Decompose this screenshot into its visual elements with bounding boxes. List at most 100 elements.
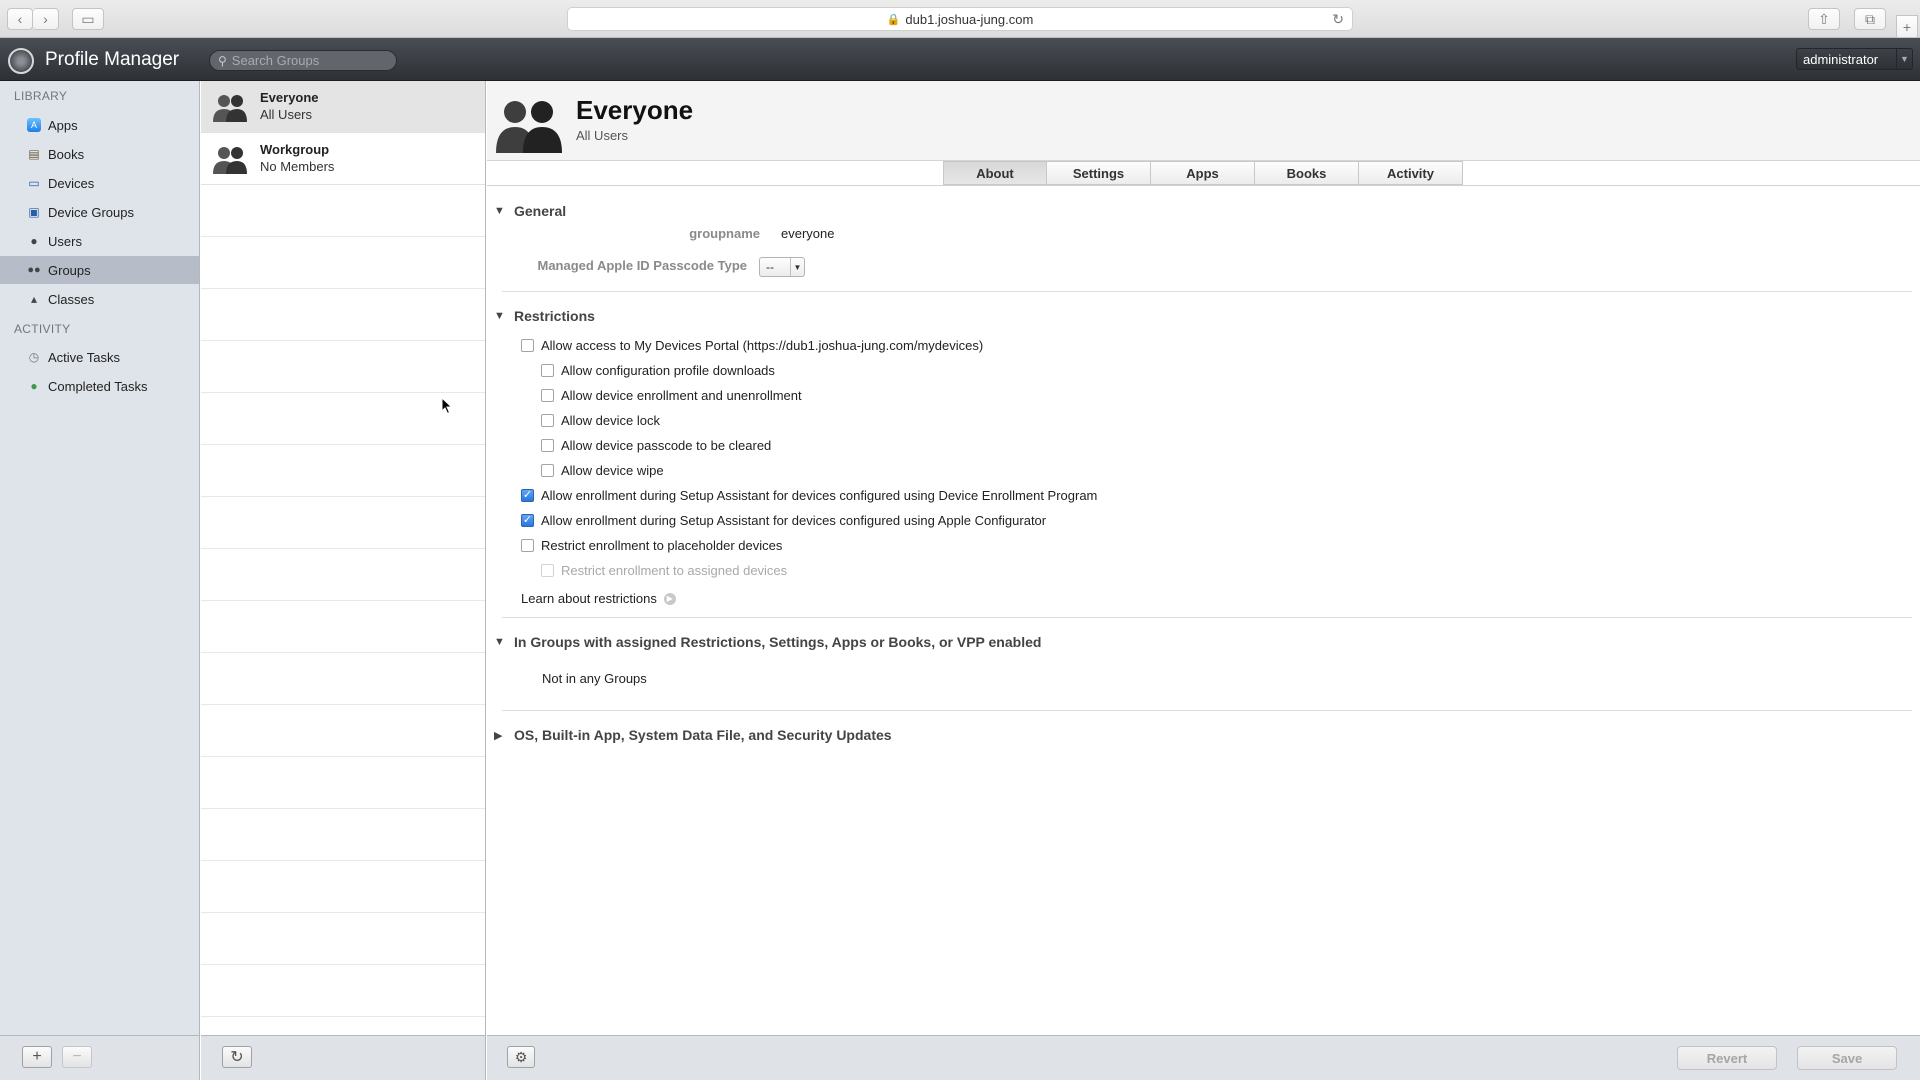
sidebar-item-users[interactable]: ● Users xyxy=(0,227,199,255)
share-button[interactable]: ⇧ xyxy=(1808,8,1840,30)
checkbox-label: Allow device wipe xyxy=(561,462,664,478)
sidebar-item-completed-tasks[interactable]: ● Completed Tasks xyxy=(0,372,199,400)
new-tab-button[interactable]: + xyxy=(1896,15,1918,38)
sidebar-item-label: Classes xyxy=(48,291,95,307)
save-button[interactable]: Save xyxy=(1797,1046,1897,1070)
sidebar-toggle-button[interactable]: ▭ xyxy=(72,8,104,30)
group-subtitle: No Members xyxy=(260,159,335,174)
show-tabs-button[interactable]: ⧉ xyxy=(1854,8,1886,30)
general-section-header[interactable]: ▼ General xyxy=(494,203,566,219)
sidebar-item-label: Completed Tasks xyxy=(48,378,148,394)
tab-books[interactable]: Books xyxy=(1255,161,1359,185)
checkbox-checked[interactable]: ✓ xyxy=(521,488,534,502)
back-button[interactable]: ‹ xyxy=(7,8,33,30)
add-button[interactable]: + xyxy=(22,1046,52,1068)
restriction-profile-downloads[interactable]: Allow configuration profile downloads xyxy=(541,361,775,379)
sidebar-item-apps[interactable]: A Apps xyxy=(0,111,199,139)
reload-icon[interactable]: ↻ xyxy=(1332,11,1344,28)
forward-button[interactable]: › xyxy=(33,8,59,30)
link-label: Learn about restrictions xyxy=(521,591,657,606)
detail-title: Everyone xyxy=(576,95,694,125)
app-title: Profile Manager xyxy=(45,49,180,70)
revert-button[interactable]: Revert xyxy=(1677,1046,1777,1070)
empty-list-row xyxy=(201,289,485,341)
restriction-enrollment-unenrollment[interactable]: Allow device enrollment and unenrollment xyxy=(541,386,802,404)
detail-pane: Everyone All Users About Settings Apps B… xyxy=(487,81,1920,1035)
restriction-placeholder-devices[interactable]: Restrict enrollment to placeholder devic… xyxy=(521,536,782,554)
section-title: Restrictions xyxy=(514,308,595,324)
checkbox-label: Allow configuration profile downloads xyxy=(561,362,775,378)
checkbox[interactable] xyxy=(541,388,554,402)
disclosure-closed-icon: ▶ xyxy=(494,729,503,742)
checkbox[interactable] xyxy=(521,538,534,552)
in-groups-section-header[interactable]: ▼ In Groups with assigned Restrictions, … xyxy=(494,634,1041,650)
group-icon xyxy=(213,147,247,174)
sidebar-item-label: Active Tasks xyxy=(48,349,121,365)
tab-about[interactable]: About xyxy=(943,161,1047,185)
updates-section-header[interactable]: ▶ OS, Built-in App, System Data File, an… xyxy=(494,727,892,743)
share-icon: ⇧ xyxy=(1818,10,1830,27)
empty-list-row xyxy=(201,809,485,861)
user-menu[interactable]: administrator ▼ xyxy=(1796,48,1913,70)
remove-button[interactable]: − xyxy=(62,1046,92,1068)
checkbox-label: Allow access to My Devices Portal (https… xyxy=(541,337,984,353)
restriction-dep-enrollment[interactable]: ✓ Allow enrollment during Setup Assistan… xyxy=(521,486,1097,504)
sidebar-item-active-tasks[interactable]: ◷ Active Tasks xyxy=(0,343,199,371)
chevron-down-icon: ▼ xyxy=(1896,49,1912,69)
gear-menu-button[interactable]: ⚙ xyxy=(507,1046,535,1068)
refresh-button[interactable]: ↻ xyxy=(222,1046,252,1068)
sidebar-item-classes[interactable]: ▴ Classes xyxy=(0,285,199,313)
classes-icon: ▴ xyxy=(30,292,38,306)
address-bar[interactable]: 🔒 dub1.joshua-jung.com ↻ xyxy=(567,7,1353,31)
tab-divider xyxy=(487,185,1920,186)
sidebar-item-devices[interactable]: ▭ Devices xyxy=(0,169,199,197)
checkbox[interactable] xyxy=(521,338,534,352)
checkbox-checked[interactable]: ✓ xyxy=(521,513,534,527)
group-name: Workgroup xyxy=(260,142,330,157)
tab-activity[interactable]: Activity xyxy=(1359,161,1463,185)
checkbox[interactable] xyxy=(541,413,554,427)
profile-manager-logo-icon xyxy=(8,48,34,74)
sidebar-item-label: Users xyxy=(48,233,82,249)
restriction-configurator-enrollment[interactable]: ✓ Allow enrollment during Setup Assistan… xyxy=(521,511,1046,529)
sidebar-item-device-groups[interactable]: ▣ Device Groups xyxy=(0,198,199,226)
books-icon: ▤ xyxy=(28,147,40,161)
groupname-label: groupname xyxy=(689,226,760,241)
url-text: dub1.joshua-jung.com xyxy=(905,11,1034,27)
checkbox[interactable] xyxy=(541,438,554,452)
groups-icon: ●● xyxy=(27,264,41,276)
restriction-device-wipe[interactable]: Allow device wipe xyxy=(541,461,664,479)
tab-apps[interactable]: Apps xyxy=(1151,161,1255,185)
disclosure-open-icon: ▼ xyxy=(494,205,505,217)
sidebar-item-groups[interactable]: ●● Groups xyxy=(0,256,199,284)
learn-restrictions-link[interactable]: Learn about restrictions ▶ xyxy=(521,591,676,606)
search-groups-input[interactable]: ⚲ Search Groups xyxy=(209,50,397,71)
checkbox[interactable] xyxy=(541,363,554,377)
disclosure-open-icon: ▼ xyxy=(494,310,505,322)
plus-icon: + xyxy=(32,1048,42,1065)
passcode-type-select[interactable]: -- ▼ xyxy=(759,257,805,277)
in-groups-value: Not in any Groups xyxy=(542,671,647,686)
sidebar-item-label: Books xyxy=(48,146,85,162)
restriction-my-devices-portal[interactable]: Allow access to My Devices Portal (https… xyxy=(521,336,983,354)
checkbox[interactable] xyxy=(541,463,554,477)
restriction-passcode-cleared[interactable]: Allow device passcode to be cleared xyxy=(541,436,771,454)
sidebar-item-books[interactable]: ▤ Books xyxy=(0,140,199,168)
empty-list-row xyxy=(201,237,485,289)
detail-tabs: About Settings Apps Books Activity xyxy=(943,161,1463,185)
restrictions-section-header[interactable]: ▼ Restrictions xyxy=(494,308,595,324)
group-row-everyone[interactable]: Everyone All Users xyxy=(201,81,485,133)
empty-list-row xyxy=(201,497,485,549)
apps-icon: A xyxy=(27,118,41,132)
user-menu-label: administrator xyxy=(1803,51,1879,67)
sidebar: LIBRARY A Apps ▤ Books ▭ Devices ▣ Devic… xyxy=(0,81,200,1035)
empty-list-row xyxy=(201,913,485,965)
empty-list-row xyxy=(201,601,485,653)
sidebar-item-label: Apps xyxy=(48,117,78,133)
restriction-device-lock[interactable]: Allow device lock xyxy=(541,411,660,429)
disclosure-open-icon: ▼ xyxy=(494,636,505,648)
sidebar-bottom-bar: + − xyxy=(0,1035,200,1080)
tab-settings[interactable]: Settings xyxy=(1047,161,1151,185)
checkbox-label: Allow enrollment during Setup Assistant … xyxy=(541,487,1098,503)
group-row-workgroup[interactable]: Workgroup No Members xyxy=(201,133,485,185)
